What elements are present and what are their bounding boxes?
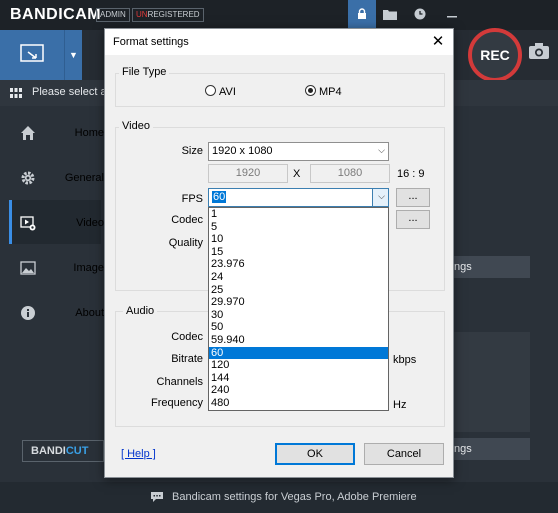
fps-option[interactable]: 480 — [209, 397, 388, 410]
fps-dropdown-list[interactable]: 1 5 10 15 23.976 24 25 29.970 30 50 59.940 60 120 144… — [208, 207, 389, 411]
sidebar-item-label: Image — [73, 262, 104, 274]
fps-option[interactable]: 144 — [209, 372, 388, 385]
chat-icon — [151, 492, 163, 502]
video-legend: Video — [119, 120, 153, 132]
format-settings-dialog: Format settings ✕ File Type AVI MP4 Vide… — [104, 28, 454, 478]
mode-dropdown-button[interactable]: ▼ — [64, 30, 82, 80]
settings-button[interactable]: ngs — [452, 438, 530, 460]
width-field: 1920 — [208, 164, 288, 183]
app-titlebar: BANDICAM ADMIN UNREGISTERED — [0, 0, 558, 30]
sidebar-item-image[interactable]: Image — [12, 245, 104, 289]
fps-option[interactable]: 30 — [209, 309, 388, 322]
image-icon — [20, 261, 36, 275]
footer: Bandicam settings for Vegas Pro, Adobe P… — [0, 482, 558, 513]
fps-option[interactable]: 59.940 — [209, 334, 388, 347]
lock-icon[interactable] — [348, 0, 376, 28]
info-icon — [21, 306, 35, 320]
right-panel — [452, 332, 530, 432]
sidebar-item-label: General — [64, 172, 104, 184]
video-gear-icon — [20, 216, 36, 231]
fps-option[interactable]: 24 — [209, 271, 388, 284]
subheader-text: Please select a — [32, 86, 107, 98]
bitrate-label: Bitrate — [171, 353, 203, 365]
fps-option[interactable]: 10 — [209, 233, 388, 246]
close-icon[interactable]: ✕ — [429, 33, 447, 51]
size-select[interactable]: 1920 x 1080 ⌵ — [208, 142, 389, 161]
bandicut-button[interactable]: BANDICUT — [22, 440, 104, 462]
dialog-title: Format settings — [113, 36, 189, 48]
sidebar-item-label: About — [75, 307, 104, 319]
quality-label: Quality — [168, 237, 203, 249]
sidebar-item-general[interactable]: General — [12, 155, 104, 199]
frequency-label: Frequency — [151, 397, 203, 409]
admin-badge: ADMIN — [96, 8, 130, 22]
chevron-down-icon: ⌵ — [378, 145, 385, 155]
height-field: 1080 — [310, 164, 390, 183]
bandicam-logo: BANDICAM — [10, 6, 102, 23]
size-label: Size — [181, 145, 203, 157]
file-type-legend: File Type — [119, 66, 170, 78]
fps-option[interactable]: 60 — [209, 346, 388, 360]
fps-option[interactable]: 25 — [209, 284, 388, 297]
camera-icon[interactable] — [528, 42, 552, 64]
channels-label: Channels — [156, 376, 203, 388]
sidebar-item-about[interactable]: About — [12, 290, 104, 334]
avi-radio[interactable]: AVI — [205, 85, 236, 98]
footer-text[interactable]: Bandicam settings for Vegas Pro, Adobe P… — [172, 491, 417, 503]
screen-mode-button[interactable] — [0, 30, 64, 80]
chevron-down-icon: ⌵ — [378, 191, 385, 201]
mp4-radio[interactable]: MP4 — [305, 85, 342, 98]
sidebar-item-home[interactable]: Home — [12, 110, 104, 154]
settings-button[interactable]: ngs — [452, 256, 530, 278]
cancel-button[interactable]: Cancel — [364, 443, 444, 465]
screen-rectangle-icon — [20, 44, 44, 62]
audio-codec-label: Codec — [171, 331, 203, 343]
unregistered-badge: UNREGISTERED — [132, 8, 204, 22]
frequency-unit: Hz — [393, 399, 407, 411]
fps-more-button[interactable]: ... — [396, 188, 430, 207]
home-icon — [21, 126, 35, 140]
grid-icon — [10, 88, 22, 98]
fps-option[interactable]: 1 — [209, 208, 388, 221]
minimize-icon[interactable] — [440, 0, 464, 28]
fps-option[interactable]: 23.976 — [209, 258, 388, 271]
fps-option[interactable]: 240 — [209, 384, 388, 397]
fps-option[interactable]: 29.970 — [209, 296, 388, 309]
size-separator: X — [293, 168, 301, 180]
sidebar-item-label: Home — [74, 127, 104, 139]
aspect-ratio: 16 : 9 — [397, 168, 425, 180]
dialog-titlebar: Format settings ✕ — [105, 29, 453, 55]
fps-option[interactable]: 120 — [209, 359, 388, 372]
sidebar: Home General Video Image About — [0, 106, 104, 436]
ok-button[interactable]: OK — [275, 443, 355, 465]
codec-label: Codec — [171, 214, 203, 226]
gear-icon — [21, 171, 35, 185]
audio-legend: Audio — [123, 305, 158, 317]
file-type-group — [115, 73, 445, 107]
fps-option[interactable]: 5 — [209, 221, 388, 234]
fps-option[interactable]: 15 — [209, 246, 388, 259]
help-link[interactable]: [ Help ] — [121, 448, 156, 460]
bitrate-unit: kbps — [393, 354, 417, 366]
codec-more-button[interactable]: ... — [396, 210, 430, 229]
folder-icon[interactable] — [378, 0, 402, 28]
sidebar-item-label: Video — [76, 217, 104, 229]
fps-option[interactable]: 50 — [209, 321, 388, 334]
rec-button[interactable]: REC — [468, 28, 522, 82]
clock-icon[interactable] — [408, 0, 432, 28]
fps-label: FPS — [181, 193, 203, 205]
fps-select[interactable]: 60 ⌵ — [208, 188, 389, 207]
sidebar-item-video[interactable]: Video — [9, 200, 104, 244]
